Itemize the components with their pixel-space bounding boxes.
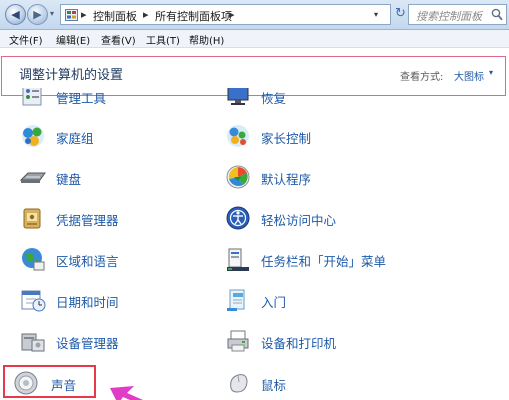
control-panel-icon (65, 9, 78, 21)
search-placeholder: 搜索控制面板 (416, 10, 482, 23)
forward-button[interactable]: ▶ (27, 4, 48, 25)
address-bar: ◀ ▶ ▾ ▸ 控制面板 ▸ 所有控制面板项 ▸ ▾ ↻ 搜索控制面板 (0, 0, 509, 30)
item-getting-started[interactable]: 入门 (225, 287, 435, 315)
parental-controls-icon (227, 125, 249, 147)
control-panel-window: ◀ ▶ ▾ ▸ 控制面板 ▸ 所有控制面板项 ▸ ▾ ↻ 搜索控制面板 文件(F… (0, 0, 509, 400)
recent-pages-dropdown[interactable]: ▾ (50, 9, 54, 18)
breadcrumb-separator[interactable]: ▸ (143, 8, 149, 21)
item-parental-controls[interactable]: 家长控制 (225, 123, 435, 151)
item-label[interactable]: 家庭组 (56, 128, 94, 147)
item-label[interactable]: 日期和时间 (56, 292, 119, 311)
item-keyboard[interactable]: 键盘 (20, 164, 230, 192)
item-devices-printers[interactable]: 设备和打印机 (225, 328, 435, 356)
menu-edit[interactable]: 编辑(E) (56, 32, 90, 47)
item-admin-tools[interactable]: 管理工具 (20, 88, 230, 111)
back-button[interactable]: ◀ (5, 4, 26, 25)
item-label[interactable]: 轻松访问中心 (261, 210, 336, 229)
item-label[interactable]: 家长控制 (261, 128, 311, 147)
item-label[interactable]: 凭据管理器 (56, 210, 119, 229)
item-device-manager[interactable]: 设备管理器 (20, 328, 230, 356)
refresh-button[interactable]: ↻ (395, 6, 406, 21)
pointer-arrow-icon (110, 386, 144, 400)
item-label[interactable]: 鼠标 (261, 375, 286, 394)
item-label[interactable]: 设备和打印机 (261, 333, 336, 352)
item-taskbar-start-menu[interactable]: 任务栏和「开始」菜单 (225, 246, 435, 274)
search-icon[interactable] (491, 8, 503, 21)
item-region-language[interactable]: 区域和语言 (20, 246, 230, 274)
date-time-icon (21, 290, 46, 312)
breadcrumb-all-items[interactable]: 所有控制面板项 (155, 8, 232, 24)
devices-printers-icon (227, 330, 249, 352)
item-date-time[interactable]: 日期和时间 (20, 287, 230, 315)
item-mouse[interactable]: 鼠标 (225, 370, 435, 398)
search-input[interactable]: 搜索控制面板 (408, 4, 507, 25)
getting-started-icon (227, 289, 245, 311)
item-label[interactable]: 恢复 (261, 88, 286, 107)
highlight-box (3, 365, 96, 398)
item-label[interactable]: 管理工具 (56, 88, 106, 107)
breadcrumb[interactable]: ▸ 控制面板 ▸ 所有控制面板项 ▸ ▾ (60, 4, 391, 25)
admin-tools-icon (22, 88, 42, 106)
item-label[interactable]: 默认程序 (261, 169, 311, 188)
breadcrumb-control-panel[interactable]: 控制面板 (93, 8, 137, 24)
region-language-icon (22, 248, 45, 271)
view-by-label: 查看方式: (400, 72, 444, 83)
item-default-programs[interactable]: 默认程序 (225, 164, 435, 192)
breadcrumb-separator[interactable]: ▸ (229, 8, 235, 21)
menu-tools[interactable]: 工具(T) (146, 32, 180, 47)
menu-help[interactable]: 帮助(H) (189, 32, 224, 47)
credential-manager-icon (23, 208, 41, 229)
taskbar-start-menu-icon (227, 248, 249, 271)
item-recovery[interactable]: 恢复 (225, 88, 435, 111)
item-label[interactable]: 设备管理器 (56, 333, 119, 352)
item-label[interactable]: 任务栏和「开始」菜单 (261, 251, 386, 270)
item-ease-of-access[interactable]: 轻松访问中心 (225, 205, 435, 233)
keyboard-icon (20, 172, 46, 183)
menu-view[interactable]: 查看(V) (101, 32, 136, 47)
homegroup-icon (22, 125, 44, 147)
item-label[interactable]: 区域和语言 (56, 251, 119, 270)
default-programs-icon (226, 165, 250, 189)
recovery-icon (227, 88, 249, 105)
item-label[interactable]: 入门 (261, 292, 286, 311)
item-label[interactable]: 键盘 (56, 169, 81, 188)
chevron-down-icon[interactable]: ▾ (489, 68, 493, 77)
item-homegroup[interactable]: 家庭组 (20, 123, 230, 151)
breadcrumb-separator[interactable]: ▸ (81, 8, 87, 21)
device-manager-icon (21, 333, 45, 352)
page-title: 调整计算机的设置 (19, 68, 124, 83)
mouse-icon (230, 374, 248, 393)
item-credential-manager[interactable]: 凭据管理器 (20, 205, 230, 233)
menu-file[interactable]: 文件(F) (9, 32, 43, 47)
view-by-dropdown[interactable]: 大图标 (454, 68, 484, 83)
ease-of-access-icon (226, 206, 250, 230)
menu-bar: 文件(F) 编辑(E) 查看(V) 工具(T) 帮助(H) (0, 30, 509, 48)
address-history-dropdown[interactable]: ▾ (374, 10, 378, 19)
control-panel-items: 管理工具 家庭组 键盘 凭据管理器 区域和语言 日期和时间 设备管理器 声音 恢… (0, 88, 509, 400)
